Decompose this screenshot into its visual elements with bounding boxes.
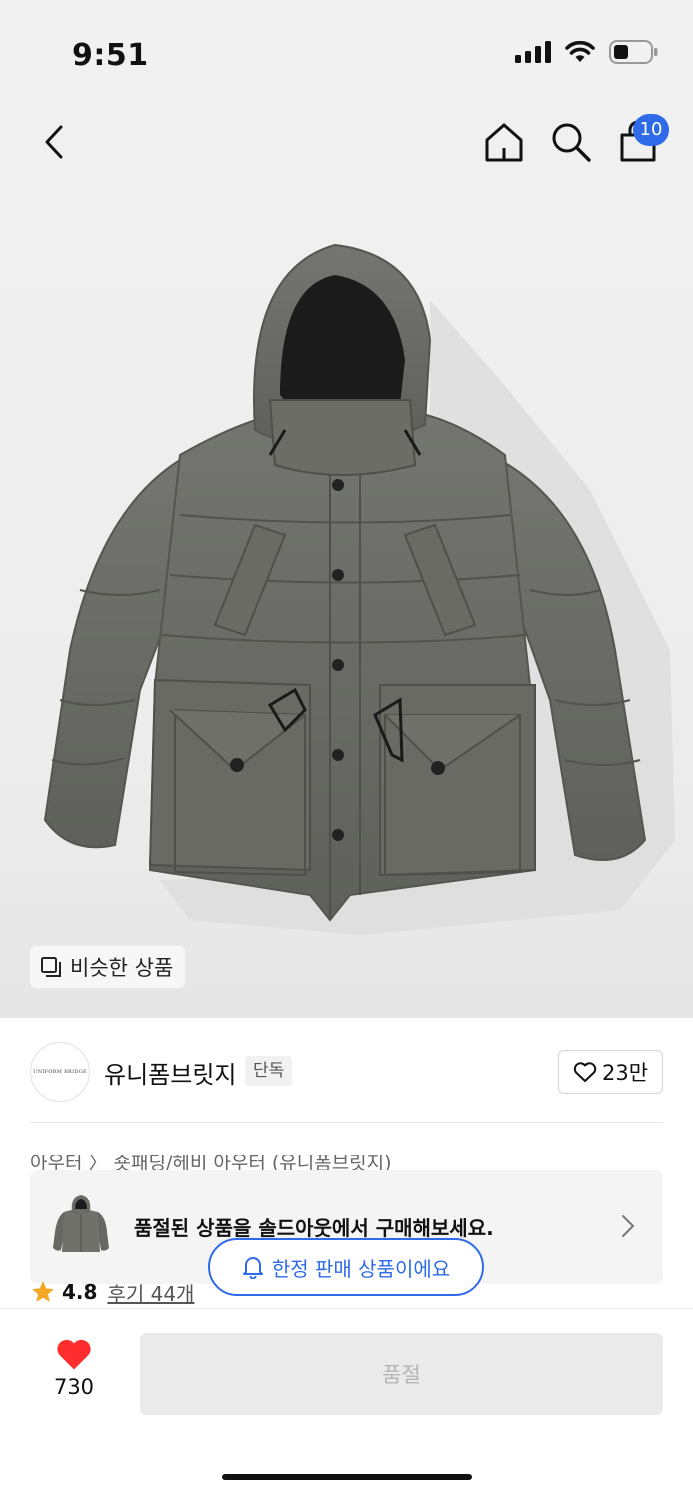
heart-filled-icon (57, 1339, 91, 1370)
wifi-icon (565, 41, 595, 62)
search-button[interactable] (549, 120, 593, 164)
back-chevron-icon (45, 125, 63, 159)
jacket-thumbnail-image (53, 1195, 109, 1252)
rating-row: 4.8 후기 44개 (30, 1277, 194, 1307)
brand-logo-text: UNIFORM BRIDGE (33, 1069, 87, 1075)
product-image-area[interactable]: 9:51 10 비슷한 상품 (0, 0, 693, 1018)
home-button[interactable] (482, 120, 526, 164)
hooded-puffer-jacket-image (43, 243, 675, 935)
status-time: 9:51 (72, 38, 149, 73)
cart-count-badge: 10 (633, 114, 669, 146)
divider (30, 1122, 663, 1123)
heart-outline-icon (573, 1062, 597, 1082)
soldout-purchase-button[interactable]: 품절 (140, 1333, 663, 1415)
status-bar: 9:51 (0, 0, 693, 100)
bell-icon (242, 1257, 263, 1279)
brand-logo[interactable]: UNIFORM BRIDGE (30, 1042, 90, 1102)
similar-products-button[interactable]: 비슷한 상품 (30, 946, 186, 988)
product-detail-screen: 9:51 10 비슷한 상품 UNIFORM BRIDGE 유니폼브릿지 단독 … (0, 0, 693, 1500)
battery-icon (609, 40, 658, 64)
soldout-message: 품절된 상품을 솔드아웃에서 구매해보세요. (134, 1216, 494, 1240)
star-icon (32, 1281, 54, 1302)
copy-stack-icon (41, 957, 61, 977)
rating-score: 4.8 (62, 1280, 98, 1304)
limited-sale-pill[interactable]: 한정 판매 상품이에요 (208, 1238, 484, 1296)
brand-like-button[interactable]: 23만 (558, 1050, 663, 1094)
home-icon (485, 123, 523, 162)
brand-row: UNIFORM BRIDGE 유니폼브릿지 단독 23만 (30, 1040, 663, 1104)
exclusive-tag: 단독 (245, 1056, 293, 1086)
status-icons (515, 40, 659, 64)
home-indicator (222, 1474, 472, 1480)
brand-like-count: 23만 (601, 1061, 649, 1085)
search-icon (552, 123, 591, 162)
bottom-action-bar: 730 품절 (0, 1308, 693, 1500)
wishlist-count: 730 (53, 1375, 95, 1399)
similar-products-label: 비슷한 상품 (70, 956, 174, 980)
cellular-signal-icon (515, 41, 551, 63)
wishlist-button[interactable]: 730 (38, 1337, 110, 1399)
review-count-link[interactable]: 후기 44개 (107, 1278, 194, 1307)
brand-name[interactable]: 유니폼브릿지 (104, 1055, 236, 1090)
chevron-right-icon (622, 1215, 635, 1237)
limited-sale-label: 한정 판매 상품이에요 (271, 1256, 451, 1281)
back-button[interactable] (32, 118, 76, 166)
